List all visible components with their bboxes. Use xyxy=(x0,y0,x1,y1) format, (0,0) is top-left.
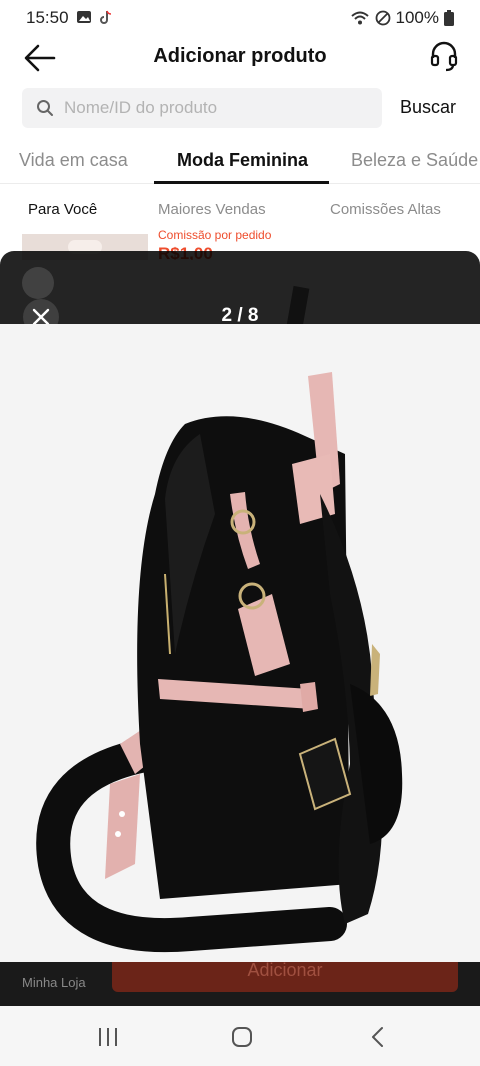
tiktok-icon xyxy=(100,10,112,24)
subtab-para-voce[interactable]: Para Você xyxy=(28,201,97,218)
status-bar: 15:50 100% xyxy=(0,0,480,36)
page-title: Adicionar produto xyxy=(153,45,327,67)
recent-apps-icon[interactable] xyxy=(96,1026,120,1048)
back-nav-icon[interactable] xyxy=(366,1025,390,1049)
wifi-icon xyxy=(350,11,369,25)
category-tabs: Vida em casa Moda Feminina Beleza e Saúd… xyxy=(0,140,480,184)
commission-label: Comissão por pedido xyxy=(158,230,272,242)
bottom-action-bar: Minha Loja Adicionar xyxy=(0,962,480,1006)
tab-vida-em-casa[interactable]: Vida em casa xyxy=(19,150,128,171)
search-input[interactable]: Nome/ID do produto xyxy=(22,88,382,128)
product-image[interactable] xyxy=(0,324,480,962)
gallery-icon xyxy=(77,11,91,23)
status-right: 100% xyxy=(350,8,454,28)
home-icon[interactable] xyxy=(230,1025,254,1049)
tab-beleza-e-saude[interactable]: Beleza e Saúde xyxy=(351,150,478,171)
headset-icon[interactable] xyxy=(428,40,460,74)
system-nav-bar xyxy=(0,1006,480,1066)
app-header: Adicionar produto xyxy=(0,36,480,78)
search-button[interactable]: Buscar xyxy=(400,97,456,118)
tab-moda-feminina[interactable]: Moda Feminina xyxy=(177,150,308,171)
subtab-comissoes-altas[interactable]: Comissões Altas xyxy=(330,201,441,218)
dnd-icon xyxy=(375,10,390,26)
battery-icon xyxy=(444,10,454,26)
faded-button xyxy=(22,267,54,299)
my-store-link[interactable]: Minha Loja xyxy=(22,975,86,990)
backpack-image xyxy=(36,372,403,953)
add-button[interactable]: Adicionar xyxy=(112,962,458,992)
sub-tabs: Para Você Maiores Vendas Comissões Altas xyxy=(0,196,480,226)
notification-icons xyxy=(76,9,114,25)
status-time: 15:50 xyxy=(26,8,69,27)
search-icon xyxy=(37,100,53,116)
subtab-maiores-vendas[interactable]: Maiores Vendas xyxy=(158,201,266,218)
active-tab-indicator xyxy=(154,181,329,184)
search-placeholder: Nome/ID do produto xyxy=(64,98,218,117)
battery-text: 100% xyxy=(395,8,439,27)
